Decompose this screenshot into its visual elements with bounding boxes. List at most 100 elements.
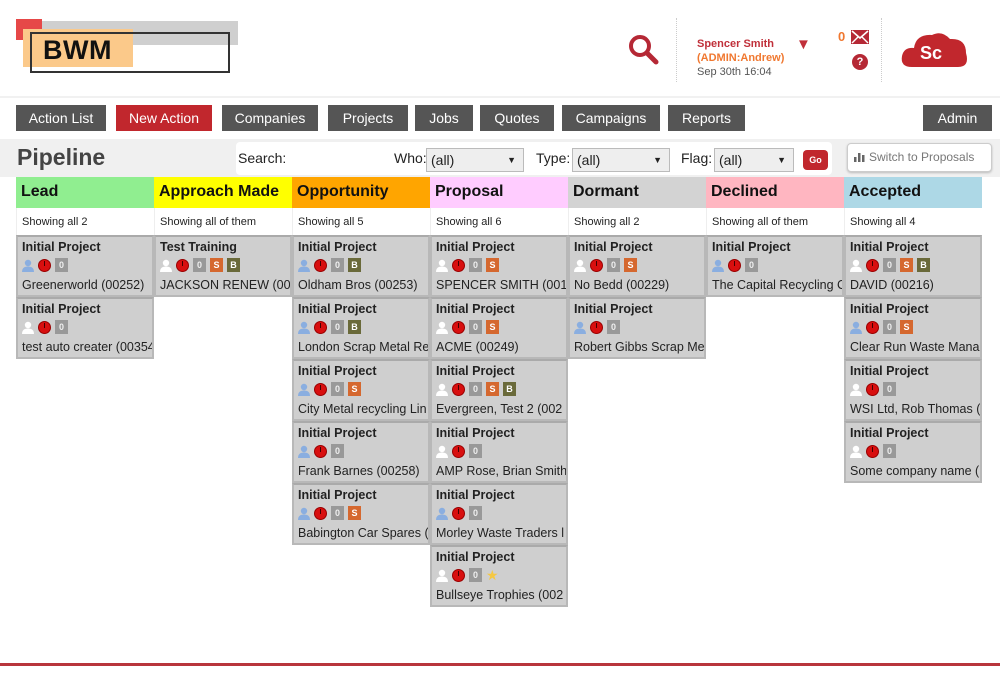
who-select[interactable]: (all) ▼: [426, 148, 524, 172]
clock-icon[interactable]: [590, 320, 603, 334]
count-badge[interactable]: 0: [469, 444, 482, 458]
person-icon[interactable]: [712, 259, 724, 272]
clock-icon[interactable]: [866, 320, 879, 334]
pipeline-card[interactable]: Initial Project 0 B Oldham Bros (00253): [292, 235, 430, 297]
count-badge[interactable]: 0: [745, 258, 758, 272]
search-icon[interactable]: [627, 33, 659, 65]
pipeline-card[interactable]: Initial Project 0 Robert Gibbs Scrap Me: [568, 297, 706, 359]
badge-s[interactable]: S: [900, 320, 913, 334]
pipeline-card[interactable]: Initial Project 0 S SPENCER SMITH (001: [430, 235, 568, 297]
person-icon[interactable]: [574, 259, 586, 272]
pipeline-card[interactable]: Initial Project 0 S Clear Run Waste Mana: [844, 297, 982, 359]
nav-campaigns[interactable]: Campaigns: [562, 105, 660, 131]
clock-icon[interactable]: [452, 258, 465, 272]
person-icon[interactable]: [436, 569, 448, 582]
person-icon[interactable]: [298, 321, 310, 334]
nav-action-list[interactable]: Action List: [16, 105, 106, 131]
count-badge[interactable]: 0: [331, 444, 344, 458]
clock-icon[interactable]: [590, 258, 603, 272]
person-icon[interactable]: [436, 445, 448, 458]
clock-icon[interactable]: [38, 258, 51, 272]
person-icon[interactable]: [436, 383, 448, 396]
badge-s[interactable]: S: [210, 258, 223, 272]
pipeline-card[interactable]: Initial Project 0 Some company name (: [844, 421, 982, 483]
person-icon[interactable]: [850, 321, 862, 334]
pipeline-card[interactable]: Initial Project 0 S City Metal recycling Li…: [292, 359, 430, 421]
pipeline-card[interactable]: Initial Project 0 S Babington Car Spares (: [292, 483, 430, 545]
badge-b[interactable]: B: [348, 258, 361, 272]
flag-select[interactable]: (all) ▼: [714, 148, 794, 172]
person-icon[interactable]: [298, 445, 310, 458]
clock-icon[interactable]: [866, 258, 879, 272]
switch-to-proposals-button[interactable]: Switch to Proposals: [847, 143, 992, 172]
person-icon[interactable]: [436, 321, 448, 334]
count-badge[interactable]: 0: [331, 506, 344, 520]
badge-s[interactable]: S: [486, 382, 499, 396]
count-badge[interactable]: 0: [469, 506, 482, 520]
person-icon[interactable]: [436, 259, 448, 272]
clock-icon[interactable]: [176, 258, 189, 272]
pipeline-card[interactable]: Initial Project 0 Greenerworld (00252): [16, 235, 154, 297]
person-icon[interactable]: [850, 383, 862, 396]
nav-quotes[interactable]: Quotes: [480, 105, 554, 131]
nav-admin[interactable]: Admin: [923, 105, 992, 131]
pipeline-card[interactable]: Initial Project 0 S No Bedd (00229): [568, 235, 706, 297]
person-icon[interactable]: [850, 259, 862, 272]
nav-companies[interactable]: Companies: [222, 105, 318, 131]
clock-icon[interactable]: [866, 444, 879, 458]
person-icon[interactable]: [298, 383, 310, 396]
clock-icon[interactable]: [314, 506, 327, 520]
clock-icon[interactable]: [866, 382, 879, 396]
count-badge[interactable]: 0: [469, 382, 482, 396]
user-menu-caret-icon[interactable]: ▼: [796, 36, 811, 53]
badge-b[interactable]: B: [227, 258, 240, 272]
help-icon[interactable]: ?: [852, 54, 868, 70]
pipeline-card[interactable]: Initial Project 0 The Capital Recycling C: [706, 235, 844, 297]
mail-icon[interactable]: [851, 30, 869, 44]
person-icon[interactable]: [22, 259, 34, 272]
count-badge[interactable]: 0: [607, 258, 620, 272]
count-badge[interactable]: 0: [55, 258, 68, 272]
person-icon[interactable]: [22, 321, 34, 334]
clock-icon[interactable]: [314, 320, 327, 334]
pipeline-card[interactable]: Initial Project 0 Morley Waste Traders l: [430, 483, 568, 545]
pipeline-card[interactable]: Initial Project 0 S B DAVID (00216): [844, 235, 982, 297]
clock-icon[interactable]: [728, 258, 741, 272]
count-badge[interactable]: 0: [883, 258, 896, 272]
pipeline-card[interactable]: Initial Project 0 Frank Barnes (00258): [292, 421, 430, 483]
count-badge[interactable]: 0: [883, 320, 896, 334]
nav-new-action[interactable]: New Action: [116, 105, 212, 131]
clock-icon[interactable]: [452, 506, 465, 520]
count-badge[interactable]: 0: [331, 320, 344, 334]
count-badge[interactable]: 0: [469, 320, 482, 334]
logo[interactable]: BWM: [16, 19, 238, 77]
count-badge[interactable]: 0: [331, 382, 344, 396]
badge-b[interactable]: B: [348, 320, 361, 334]
person-icon[interactable]: [160, 259, 172, 272]
person-icon[interactable]: [850, 445, 862, 458]
count-badge[interactable]: 0: [193, 258, 206, 272]
pipeline-card[interactable]: Initial Project 0 WSI Ltd, Rob Thomas (: [844, 359, 982, 421]
pipeline-card[interactable]: Initial Project 0 S ACME (00249): [430, 297, 568, 359]
person-icon[interactable]: [574, 321, 586, 334]
type-select[interactable]: (all) ▼: [572, 148, 670, 172]
badge-s[interactable]: S: [348, 506, 361, 520]
badge-s[interactable]: S: [900, 258, 913, 272]
pipeline-card[interactable]: Initial Project 0 AMP Rose, Brian Smith: [430, 421, 568, 483]
badge-s[interactable]: S: [486, 320, 499, 334]
pipeline-card[interactable]: Initial Project 0 test auto creater (00354…: [16, 297, 154, 359]
user-info[interactable]: Spencer Smith (ADMIN:Andrew) Sep 30th 16…: [697, 37, 784, 79]
count-badge[interactable]: 0: [469, 258, 482, 272]
clock-icon[interactable]: [314, 444, 327, 458]
count-badge[interactable]: 0: [607, 320, 620, 334]
go-button[interactable]: Go: [803, 150, 828, 170]
clock-icon[interactable]: [314, 258, 327, 272]
pipeline-card[interactable]: Test Training 0 S B JACKSON RENEW (00: [154, 235, 292, 297]
badge-b[interactable]: B: [503, 382, 516, 396]
badge-b[interactable]: B: [917, 258, 930, 272]
badge-s[interactable]: S: [348, 382, 361, 396]
person-icon[interactable]: [436, 507, 448, 520]
clock-icon[interactable]: [452, 382, 465, 396]
badge-s[interactable]: S: [624, 258, 637, 272]
pipeline-card[interactable]: Initial Project 0 S B Evergreen, Test 2 (002: [430, 359, 568, 421]
